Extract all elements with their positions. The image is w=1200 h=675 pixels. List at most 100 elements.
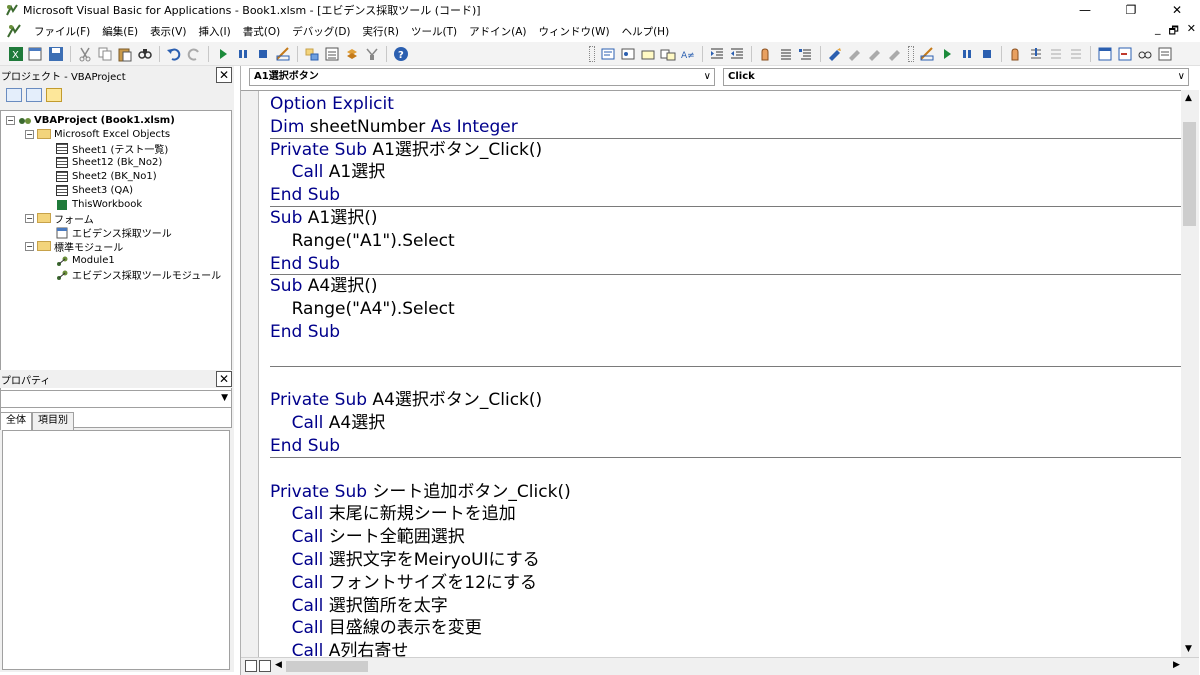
call-stack-icon[interactable] [1157, 46, 1173, 62]
view-code-icon[interactable] [6, 88, 22, 102]
scroll-down-icon[interactable]: ▼ [1185, 644, 1192, 654]
menu-edit[interactable]: 編集(E) [96, 24, 144, 39]
horizontal-scrollbar[interactable]: ◀ ▶ [241, 657, 1199, 675]
tree-node-sheet[interactable]: Sheet2 (BK_No1) [56, 169, 157, 183]
reset-2-icon[interactable] [979, 46, 995, 62]
scroll-thumb[interactable] [1183, 122, 1196, 226]
help-icon[interactable]: ? [393, 46, 409, 62]
collapse-icon[interactable]: − [6, 115, 15, 125]
tree-node-forms[interactable]: − フォーム [25, 211, 94, 226]
toggle-breakpoint-icon[interactable] [758, 46, 774, 62]
immediate-window-icon[interactable] [1117, 46, 1133, 62]
menu-debug[interactable]: デバッグ(D) [286, 24, 356, 39]
list-constants-icon[interactable] [620, 46, 636, 62]
break-icon[interactable] [235, 46, 251, 62]
code-line[interactable]: Range("A1").Select [270, 230, 1181, 253]
tree-node-excel-objects[interactable]: − Microsoft Excel Objects [25, 127, 170, 141]
toolbar-grip[interactable] [908, 45, 914, 62]
outdent-icon[interactable] [729, 46, 745, 62]
tab-alphabetic[interactable]: 全体 [0, 412, 32, 430]
object-select[interactable]: A1選択ボタン ∨ [249, 68, 715, 86]
undo-icon[interactable] [166, 46, 182, 62]
view-object-icon[interactable] [26, 88, 42, 102]
step-over-icon[interactable] [1048, 46, 1064, 62]
parameter-info-icon[interactable] [660, 46, 676, 62]
code-line[interactable] [270, 367, 1181, 390]
code-line[interactable]: Sub A1選択() [270, 207, 1181, 230]
project-explorer-icon[interactable] [304, 46, 320, 62]
tree-node-sheet[interactable]: Sheet3 (QA) [56, 183, 133, 197]
code-line[interactable] [270, 458, 1181, 481]
toggle-breakpoint-2-icon[interactable] [1008, 46, 1024, 62]
code-line[interactable]: Range("A4").Select [270, 298, 1181, 321]
full-module-view-icon[interactable] [259, 660, 271, 672]
tree-node-modules[interactable]: − 標準モジュール [25, 239, 123, 254]
toolbox-icon[interactable] [364, 46, 380, 62]
code-pane[interactable]: Option Explicit Dim sheetNumber As Integ… [241, 90, 1181, 657]
tree-node-thisworkbook[interactable]: ThisWorkbook [56, 197, 142, 211]
step-out-icon[interactable] [1068, 46, 1084, 62]
clear-bookmarks-icon[interactable] [887, 46, 903, 62]
code-line[interactable]: Private Sub A4選択ボタン_Click() [270, 389, 1181, 412]
properties-object-select[interactable]: ▼ [0, 390, 232, 408]
code-line[interactable]: Call 選択箇所を太字 [270, 595, 1181, 618]
menu-help[interactable]: ヘルプ(H) [616, 24, 676, 39]
collapse-icon[interactable]: − [25, 241, 34, 251]
complete-word-icon[interactable]: A≠ [680, 46, 696, 62]
menu-run[interactable]: 実行(R) [357, 24, 406, 39]
properties-grid[interactable] [2, 430, 230, 670]
next-bookmark-icon[interactable] [847, 46, 863, 62]
code-line[interactable]: Call シート全範囲選択 [270, 526, 1181, 549]
design-mode-icon[interactable] [275, 46, 291, 62]
uncomment-block-icon[interactable] [798, 46, 814, 62]
menu-addins[interactable]: アドイン(A) [463, 24, 532, 39]
code-line[interactable]: Call 目盛線の表示を変更 [270, 617, 1181, 640]
code-line[interactable]: Dim sheetNumber As Integer [270, 116, 1181, 139]
list-properties-icon[interactable] [600, 46, 616, 62]
code-line[interactable] [270, 344, 1181, 367]
design-mode-2-icon[interactable] [919, 46, 935, 62]
tree-node-sheet[interactable]: Sheet1 (テスト一覧) [56, 141, 168, 156]
vba-menu-icon[interactable] [6, 23, 22, 39]
locals-window-icon[interactable] [1097, 46, 1113, 62]
scroll-up-icon[interactable]: ▲ [1185, 93, 1192, 103]
mdi-close-button[interactable]: ✕ [1187, 22, 1196, 41]
tab-categorized[interactable]: 項目別 [32, 412, 74, 430]
code-line[interactable]: End Sub [270, 321, 1181, 344]
collapse-icon[interactable]: − [25, 213, 34, 223]
tree-node-userform[interactable]: エビデンス採取ツール [56, 225, 172, 240]
code-line[interactable]: End Sub [270, 435, 1181, 458]
code-line[interactable]: Call 末尾に新規シートを追加 [270, 503, 1181, 526]
mdi-restore-button[interactable]: 🗗 [1168, 22, 1178, 41]
project-explorer-close-button[interactable]: ✕ [216, 67, 232, 83]
menu-window[interactable]: ウィンドウ(W) [533, 24, 616, 39]
indent-icon[interactable] [709, 46, 725, 62]
code-line[interactable]: Private Sub シート追加ボタン_Click() [270, 481, 1181, 504]
copy-icon[interactable] [97, 46, 113, 62]
tree-node-module[interactable]: エビデンス採取ツールモジュール [56, 267, 221, 282]
scroll-left-icon[interactable]: ◀ [275, 660, 282, 670]
code-line[interactable]: End Sub [270, 253, 1181, 276]
tree-node-sheet[interactable]: Sheet12 (Bk_No2) [56, 155, 162, 169]
menu-tools[interactable]: ツール(T) [405, 24, 463, 39]
find-icon[interactable] [137, 46, 153, 62]
menu-insert[interactable]: 挿入(I) [192, 24, 236, 39]
quick-info-icon[interactable] [640, 46, 656, 62]
properties-close-button[interactable]: ✕ [216, 371, 232, 387]
step-into-icon[interactable] [1028, 46, 1044, 62]
scroll-right-icon[interactable]: ▶ [1173, 660, 1180, 670]
vertical-scrollbar[interactable]: ▲ ▼ [1181, 90, 1199, 657]
break-2-icon[interactable] [959, 46, 975, 62]
margin-indicator-bar[interactable] [241, 91, 259, 657]
tree-node-module[interactable]: Module1 [56, 253, 115, 267]
scroll-thumb[interactable] [286, 661, 368, 672]
previous-bookmark-icon[interactable] [867, 46, 883, 62]
reset-icon[interactable] [255, 46, 271, 62]
run-icon[interactable] [215, 46, 231, 62]
code-line[interactable]: Call フォントサイズを12にする [270, 572, 1181, 595]
code-line[interactable]: Sub A4選択() [270, 275, 1181, 298]
code-line[interactable]: Call A1選択 [270, 161, 1181, 184]
insert-userform-icon[interactable] [28, 46, 44, 62]
watch-window-icon[interactable] [1137, 46, 1153, 62]
code-line[interactable]: Option Explicit [270, 93, 1181, 116]
